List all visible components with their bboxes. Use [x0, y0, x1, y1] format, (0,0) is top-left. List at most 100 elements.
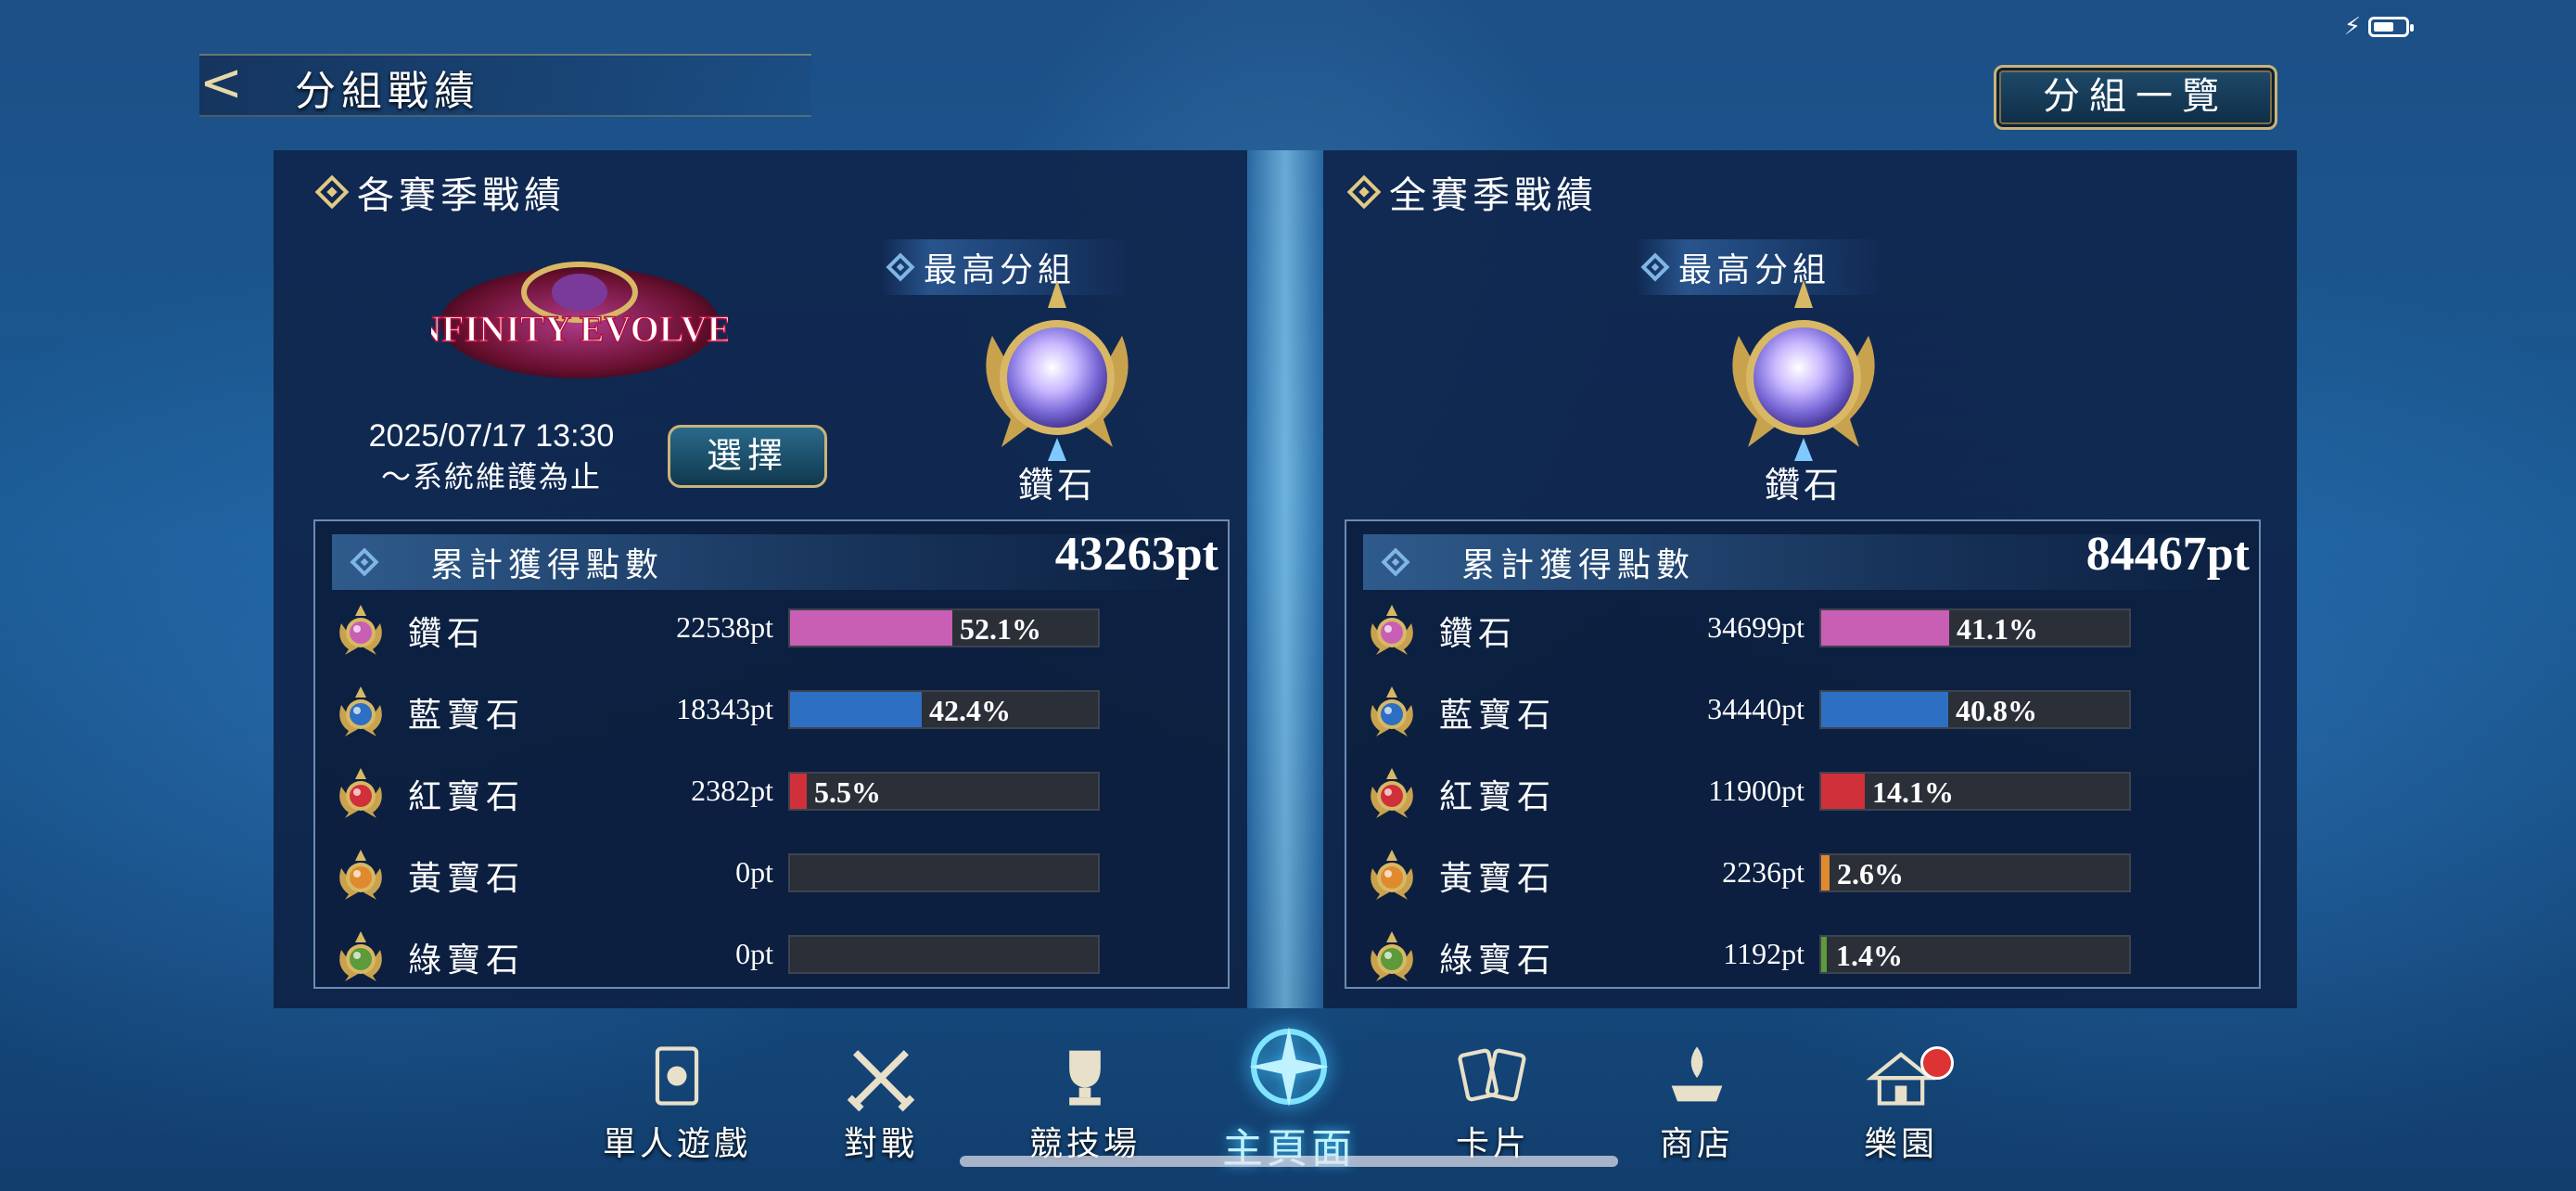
back-button[interactable]: < [199, 58, 264, 109]
percentage-bar: 5.5% [788, 772, 1100, 811]
solo-play-icon[interactable] [635, 1039, 719, 1113]
rank-name: 鑽石 [1439, 615, 1518, 653]
panel-divider [1247, 150, 1323, 1008]
rank-row: 鑽石 34699pt 41.1% [1346, 597, 2263, 662]
highest-rank-name: 鑽石 [1764, 465, 1843, 506]
percentage-bar-fill [790, 610, 952, 646]
percentage-bar-fill [1821, 937, 1827, 972]
percentage-text: 52.1% [960, 612, 1041, 646]
logo-text: INFINITY EVOLVED [431, 308, 728, 350]
season-date: 2025/07/17 13:30 [368, 418, 615, 454]
percentage-text: 41.1% [1957, 612, 2038, 646]
points-total: 43263pt [1054, 528, 1218, 581]
topaz-gem-icon [1365, 848, 1419, 902]
diamond-gem-icon [334, 603, 388, 657]
points-total: 84467pt [2085, 528, 2250, 581]
percentage-text: 40.8% [1956, 694, 2037, 727]
rank-points: 11900pt [1708, 774, 1804, 807]
percentage-bar-fill [1821, 610, 1949, 646]
rank-points: 1192pt [1723, 937, 1804, 970]
points-title: 累計獲得點數 [430, 546, 665, 584]
percentage-text: 14.1% [1872, 775, 1954, 809]
percentage-bar: 40.8% [1819, 690, 2131, 729]
rank-name: 黃寶石 [1439, 860, 1557, 898]
rank-row: 黃寶石 0pt [315, 842, 1231, 907]
rank-name: 藍寶石 [1439, 697, 1557, 735]
charging-icon: ⚡ [2343, 13, 2361, 41]
diamond-bullet-icon [1381, 547, 1410, 577]
emerald-gem-icon [1365, 929, 1419, 983]
rank-name: 紅寶石 [408, 778, 526, 816]
arena-trophy-icon[interactable] [1043, 1039, 1127, 1113]
rank-row: 黃寶石 2236pt 2.6% [1346, 842, 2263, 907]
back-arrow-icon[interactable]: < [199, 53, 243, 113]
percentage-bar-fill [790, 692, 922, 727]
nav-item-shop[interactable]: 商店 [1618, 1039, 1776, 1165]
diamond-bullet-icon [1346, 174, 1382, 210]
rank-row: 紅寶石 2382pt 5.5% [315, 761, 1231, 826]
points-title: 累計獲得點數 [1461, 546, 1696, 584]
rank-name: 紅寶石 [1439, 778, 1557, 816]
nav-item-label: 商店 [1659, 1125, 1734, 1163]
topaz-gem-icon [334, 848, 388, 902]
rank-row: 紅寶石 11900pt 14.1% [1346, 761, 2263, 826]
nav-item-solo-play[interactable]: 單人遊戲 [598, 1039, 756, 1165]
nav-item-home-emblem[interactable]: 主頁面 [1210, 1027, 1368, 1174]
battle-swords-icon[interactable] [839, 1039, 923, 1113]
percentage-bar: 1.4% [1819, 935, 2131, 974]
rank-name: 綠寶石 [1439, 941, 1557, 980]
percentage-bar: 41.1% [1819, 608, 2131, 647]
emerald-gem-icon [334, 929, 388, 983]
highest-rank-name: 鑽石 [1017, 465, 1096, 506]
nav-item-label: 單人遊戲 [602, 1125, 751, 1163]
rank-points: 34699pt [1707, 610, 1804, 644]
percentage-bar: 52.1% [788, 608, 1100, 647]
percentage-text: 1.4% [1836, 939, 1903, 972]
home-indicator [960, 1156, 1618, 1167]
nav-item-cards[interactable]: 卡片 [1414, 1039, 1572, 1165]
rank-row: 藍寶石 34440pt 40.8% [1346, 679, 2263, 744]
rank-name: 藍寶石 [408, 697, 526, 735]
percentage-bar [788, 935, 1100, 974]
rank-points: 0pt [735, 855, 773, 889]
nav-item-battle-swords[interactable]: 對戰 [802, 1039, 960, 1165]
sapphire-gem-icon [1365, 685, 1419, 738]
rank-points: 18343pt [676, 692, 773, 725]
header-bar [199, 54, 811, 117]
home-emblem-icon[interactable] [1238, 1022, 1340, 1111]
season-period: 2025/07/17 13:30 ～系統維護為止 [334, 416, 649, 497]
rank-points: 0pt [735, 937, 773, 970]
diamond-bullet-icon [350, 547, 379, 577]
all-season-section-title: 全賽季戰績 [1346, 165, 1598, 219]
percentage-bar-fill [790, 774, 807, 809]
rank-points: 22538pt [676, 610, 773, 644]
rank-points: 2236pt [1722, 855, 1804, 889]
shop-icon[interactable] [1655, 1039, 1739, 1113]
diamond-bullet-icon [314, 174, 350, 210]
status-bar: ⚡ [2343, 13, 2414, 41]
rank-name: 綠寶石 [408, 941, 526, 980]
diamond-bullet-icon [1640, 252, 1670, 282]
infinity-evolved-logo: INFINITY EVOLVED [431, 262, 728, 378]
notification-badge-icon [1920, 1046, 1954, 1080]
cards-icon[interactable] [1451, 1039, 1535, 1113]
nav-item-arena-trophy[interactable]: 競技場 [1006, 1039, 1164, 1165]
group-list-button[interactable]: 分組一覽 [1994, 65, 2277, 130]
nav-item-park[interactable]: 樂園 [1822, 1039, 1980, 1165]
percentage-bar-fill [1821, 855, 1830, 890]
rank-row: 藍寶石 18343pt 42.4% [315, 679, 1231, 744]
page-title: 分組戰績 [295, 68, 480, 115]
rank-row: 綠寶石 0pt [315, 924, 1231, 989]
diamond-bullet-icon [886, 252, 915, 282]
percentage-bar-fill [1821, 774, 1865, 809]
percentage-text: 2.6% [1837, 857, 1904, 890]
percentage-text: 42.4% [929, 694, 1011, 727]
nav-item-label: 樂園 [1863, 1125, 1938, 1163]
season-select-button[interactable]: 選擇 [668, 425, 827, 488]
section-title-text: 各賽季戰績 [357, 174, 566, 217]
rank-name: 鑽石 [408, 615, 487, 653]
diamond-rank-emblem-icon [1732, 280, 1875, 461]
percentage-bar [788, 853, 1100, 892]
all-season-points-table: 累計獲得點數 84467pt 鑽石 34699pt 41.1% 藍寶石 34440pt 4… [1345, 519, 2261, 989]
ruby-gem-icon [334, 766, 388, 820]
